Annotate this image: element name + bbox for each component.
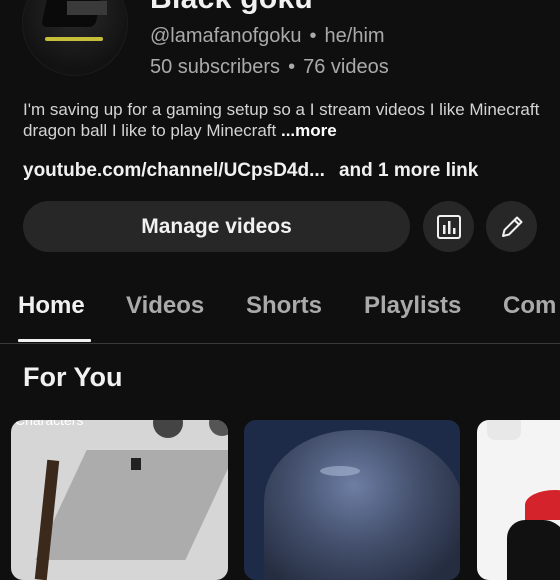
thumbnail-art — [264, 430, 460, 580]
channel-link[interactable]: youtube.com/channel/UCpsD4d... — [23, 160, 325, 181]
channel-description[interactable]: I'm saving up for a gaming setup so a I … — [23, 99, 543, 141]
description-more-link[interactable]: ...more — [281, 121, 337, 140]
separator-dot: • — [309, 25, 317, 47]
tab-community[interactable]: Com — [503, 292, 556, 320]
tab-shorts[interactable]: Shorts — [246, 292, 322, 320]
analytics-button[interactable] — [423, 201, 474, 252]
more-links-link[interactable]: and 1 more link — [339, 160, 478, 181]
separator-dot: • — [288, 56, 296, 78]
channel-name: Black goku — [150, 0, 313, 16]
overlay-icon — [153, 420, 183, 438]
video-thumbnail[interactable]: Characters — [11, 420, 228, 580]
tab-home[interactable]: Home — [18, 292, 85, 320]
channel-pronouns: he/him — [324, 25, 385, 47]
thumbnail-overlay-text: Characters — [15, 420, 84, 428]
channel-avatar[interactable] — [22, 0, 128, 76]
tab-playlists[interactable]: Playlists — [364, 292, 461, 320]
channel-handle-line: @lamafanofgoku • he/him — [150, 25, 385, 48]
thumbnail-art — [507, 520, 560, 580]
video-thumbnail[interactable] — [477, 420, 560, 580]
channel-handle: @lamafanofgoku — [150, 25, 302, 47]
tabs-divider — [0, 343, 560, 344]
video-thumbnail[interactable] — [244, 420, 460, 580]
overlay-icon — [209, 420, 228, 436]
channel-stats-line: 50 subscribers • 76 videos — [150, 56, 389, 79]
analytics-icon — [436, 214, 461, 239]
thumbnail-art — [320, 466, 360, 476]
active-tab-indicator — [18, 339, 91, 342]
channel-links: youtube.com/channel/UCpsD4d... and 1 more… — [23, 160, 478, 182]
pencil-icon — [501, 216, 522, 237]
thumbnail-art — [131, 458, 141, 470]
edit-channel-button[interactable] — [486, 201, 537, 252]
comment-icon — [487, 420, 521, 440]
section-title: For You — [23, 362, 123, 392]
channel-tabs: Home Videos Shorts Playlists Com — [0, 292, 560, 344]
manage-videos-button[interactable]: Manage videos — [23, 201, 410, 252]
avatar-art-detail — [67, 1, 107, 15]
tab-videos[interactable]: Videos — [126, 292, 204, 320]
video-count: 76 videos — [303, 56, 389, 78]
avatar-stripe — [45, 37, 103, 41]
thumbnail-art — [525, 490, 560, 520]
subscriber-count: 50 subscribers — [150, 56, 281, 78]
